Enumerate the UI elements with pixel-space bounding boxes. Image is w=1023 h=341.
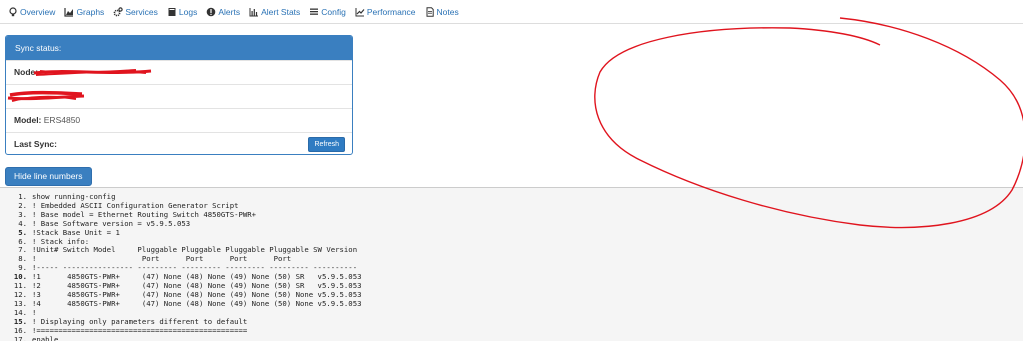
code-lines: 1. show running-config 2.! Embedded ASCII … bbox=[0, 188, 1023, 341]
code-line: 17. enable bbox=[0, 334, 1023, 341]
sync-status-header: Sync status: bbox=[6, 36, 352, 60]
ip-row bbox=[6, 84, 352, 108]
tab-overview-label: Overview bbox=[20, 6, 56, 17]
line-text: ! bbox=[32, 307, 37, 317]
last-sync-label: Last Sync: bbox=[14, 139, 57, 149]
align-justify-icon bbox=[310, 8, 319, 15]
tab-alert-stats-label: Alert Stats bbox=[261, 6, 301, 17]
exclamation-circle-icon bbox=[207, 7, 216, 16]
sync-status-panel: Sync status: Node: Model: ERS4850 Last S… bbox=[5, 35, 353, 155]
refresh-button[interactable]: Refresh bbox=[308, 137, 345, 152]
redaction-scribble bbox=[33, 69, 152, 76]
model-value: ERS4850 bbox=[43, 115, 81, 125]
tab-alerts[interactable]: Alerts bbox=[206, 7, 240, 17]
lightbulb-icon bbox=[9, 6, 17, 16]
code-line: 13. !4 4850GTS-PWR+ (47) None (48) None (… bbox=[0, 298, 1023, 309]
tab-config[interactable]: Config bbox=[309, 7, 346, 17]
tab-overview[interactable]: Overview bbox=[8, 7, 55, 17]
tab-graphs[interactable]: Graphs bbox=[64, 7, 104, 17]
line-number: 17. bbox=[13, 334, 27, 341]
last-sync-row: Last Sync: Refresh bbox=[6, 132, 352, 154]
line-text: !1 4850GTS-PWR+ (47) None (48) None (49)… bbox=[32, 272, 362, 282]
line-text: !Unit# Switch Model Pluggable Pluggable … bbox=[32, 245, 358, 255]
tab-alert-stats[interactable]: Alert Stats bbox=[249, 7, 300, 17]
line-text: ! Embedded ASCII Configuration Generator… bbox=[32, 200, 239, 210]
tab-performance-label: Performance bbox=[366, 6, 416, 17]
line-text: ! Displaying only parameters different t… bbox=[32, 316, 248, 326]
area-chart-icon bbox=[64, 7, 74, 17]
code-line: 4.! Base Software version = v5.9.5.053 bbox=[0, 218, 1023, 229]
line-text: ! Base model = Ethernet Routing Switch 4… bbox=[32, 209, 257, 219]
tab-notes-label: Notes bbox=[436, 6, 459, 17]
code-line: 16. !====================================… bbox=[0, 325, 1023, 336]
node-label: Node: bbox=[14, 67, 39, 77]
line-text: ! Port Port Port Port bbox=[32, 254, 292, 264]
line-text: show running-config bbox=[32, 192, 116, 201]
line-text: !=======================================… bbox=[32, 325, 248, 335]
model-row: Model: ERS4850 bbox=[6, 108, 352, 132]
tab-alerts-label: Alerts bbox=[218, 6, 241, 17]
line-text: enable bbox=[32, 334, 59, 341]
node-row: Node: bbox=[6, 60, 352, 84]
book-icon bbox=[168, 7, 176, 16]
redaction-scribble bbox=[7, 90, 85, 102]
bar-chart-icon bbox=[249, 7, 259, 16]
tab-notes[interactable]: Notes bbox=[425, 7, 459, 17]
model-label: Model: bbox=[14, 115, 42, 125]
line-text: !2 4850GTS-PWR+ (47) None (48) None (49)… bbox=[32, 281, 362, 291]
tab-performance[interactable]: Performance bbox=[355, 7, 416, 17]
cogs-icon bbox=[113, 6, 124, 16]
tab-graphs-label: Graphs bbox=[76, 6, 105, 17]
line-text: !Stack Base Unit = 1 bbox=[32, 227, 120, 237]
line-text: ! Base Software version = v5.9.5.053 bbox=[32, 218, 191, 228]
tab-logs[interactable]: Logs bbox=[167, 7, 197, 17]
hide-line-numbers-button[interactable]: Hide line numbers bbox=[5, 167, 92, 186]
config-code-block: 1. show running-config 2.! Embedded ASCII … bbox=[0, 187, 1023, 341]
code-line: 5. !Stack Base Unit = 1 bbox=[0, 227, 1023, 238]
line-chart-icon bbox=[355, 7, 365, 16]
line-text: !----- ---------------- --------- ------… bbox=[32, 263, 358, 273]
nav-tabs: Overview Graphs Services Logs Alerts Ale… bbox=[0, 0, 1023, 24]
tab-services[interactable]: Services bbox=[113, 7, 158, 17]
line-text: !4 4850GTS-PWR+ (47) None (48) None (49)… bbox=[32, 298, 362, 308]
tab-config-label: Config bbox=[321, 6, 346, 17]
file-text-icon bbox=[426, 6, 434, 17]
line-text: !3 4850GTS-PWR+ (47) None (48) None (49)… bbox=[32, 289, 362, 299]
tab-services-label: Services bbox=[125, 6, 158, 17]
tab-logs-label: Logs bbox=[178, 6, 198, 17]
line-text: ! Stack info: bbox=[32, 236, 90, 246]
